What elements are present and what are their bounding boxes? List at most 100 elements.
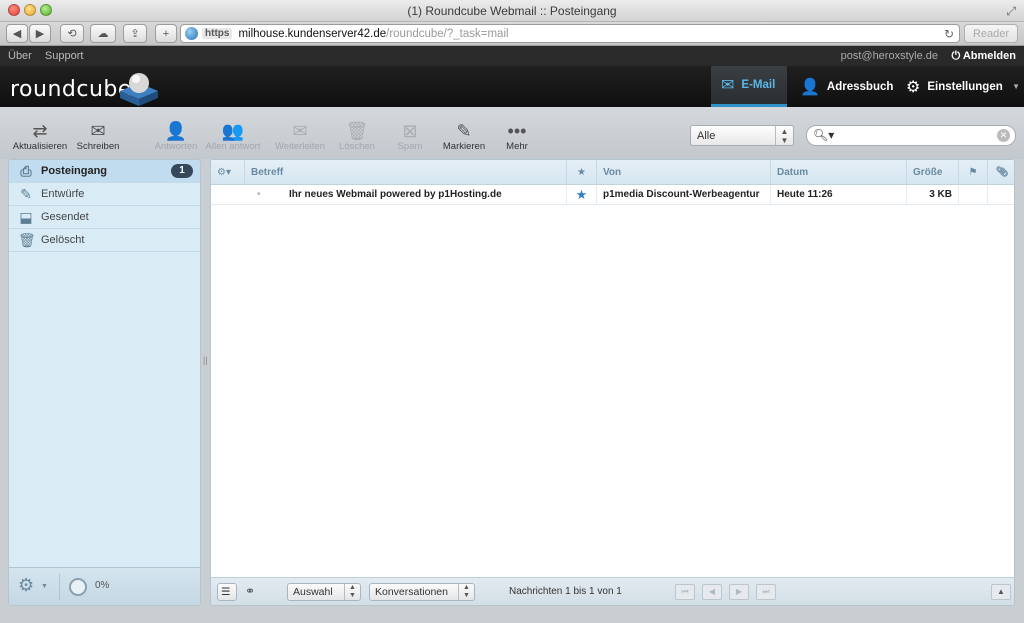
person-icon: 👤 [800, 78, 820, 96]
flag-icon: ⚑ [968, 167, 978, 178]
folder-trash[interactable]: 🗑 Gelöscht [9, 229, 200, 252]
back-arrow-icon: ◀ [12, 28, 22, 40]
message-subject-text: Ihr neues Webmail powered by p1Hosting.d… [289, 189, 502, 200]
nav-settings-tab[interactable]: ⚙ Einstellungen [896, 66, 1008, 107]
marker-pen-icon: ✎ [456, 121, 472, 141]
column-status-flag[interactable]: ⚑ [959, 160, 988, 185]
spam-icon: ⊠ [402, 121, 418, 141]
column-size[interactable]: Größe [907, 160, 959, 185]
column-subject[interactable]: Betreff [245, 160, 567, 185]
forward-mail-button[interactable]: ✉ Weiterleiten [270, 121, 330, 152]
window-title: (1) Roundcube Webmail :: Posteingang [407, 4, 617, 18]
next-page-button[interactable]: ▶ [729, 584, 749, 600]
more-dots-icon: ••• [507, 121, 527, 141]
clear-search-icon[interactable]: ✕ [997, 129, 1010, 142]
column-from[interactable]: Von [597, 160, 771, 185]
refresh-button[interactable]: ⇄ Aktualisieren [10, 121, 70, 152]
app-header: roundcube ✉ E-Mail 👤 Adressbuch ⚙ Einste… [0, 66, 1024, 107]
filter-select[interactable]: Alle ▲ ▼ [690, 125, 794, 146]
share-button[interactable]: ⇪ [123, 24, 147, 43]
support-link[interactable]: Support [45, 50, 84, 62]
roundcube-cube-icon [120, 73, 158, 106]
address-bar[interactable]: https milhouse.kundenserver42.de /roundc… [180, 24, 960, 43]
forward-button[interactable]: ▶ [29, 24, 51, 43]
last-page-button[interactable]: ⏭ [756, 584, 776, 600]
history-button[interactable]: ⟲ [60, 24, 84, 43]
reader-button[interactable]: Reader [964, 24, 1018, 43]
column-attachment[interactable]: 📎︎ [988, 160, 1014, 185]
nav-addressbook-tab[interactable]: 👤 Adressbuch [790, 66, 894, 107]
folder-inbox[interactable]: ⎙ Posteingang 1 [9, 160, 200, 183]
table-row[interactable]: • Ihr neues Webmail powered by p1Hosting… [211, 185, 1014, 205]
threads-dropdown[interactable]: Konversationen ▲ ▼ [369, 583, 475, 601]
select-arrows-icon: ▲ ▼ [775, 126, 793, 145]
reload-icon[interactable]: ↻ [944, 27, 954, 41]
quota-pie-icon [69, 578, 87, 596]
reply-label: Antworten [154, 141, 198, 152]
compose-button[interactable]: ✉ Schreiben [68, 121, 128, 152]
toggle-preview-button[interactable]: ☰ [217, 583, 237, 601]
footer-divider [59, 574, 60, 600]
share-icon: ⇪ [130, 28, 140, 40]
pane-splitter-handle[interactable]: || [203, 355, 208, 371]
url-host: milhouse.kundenserver42.de [238, 27, 387, 40]
quota-text: 0% [95, 580, 110, 591]
folder-label: Gelöscht [41, 234, 85, 246]
logout-button[interactable]: ⏻ Abmelden [951, 50, 1016, 63]
folder-sent[interactable]: ⬓ Gesendet [9, 206, 200, 229]
history-icon: ⟲ [67, 28, 77, 40]
roundcube-logo[interactable]: roundcube [10, 77, 132, 102]
delete-button[interactable]: 🗑 Löschen [327, 121, 387, 152]
forward-envelope-icon: ✉ [292, 121, 308, 141]
previous-page-icon: ◀ [708, 587, 716, 596]
https-badge: https [202, 28, 233, 39]
trash-icon: 🗑 [345, 121, 369, 141]
message-from: p1media Discount-Werbeagentur [597, 185, 771, 205]
message-list-header: ⚙▾ Betreff ★ Von Datum Größe ⚑ 📎︎ [211, 160, 1014, 185]
previous-page-button[interactable]: ◀ [702, 584, 722, 600]
url-path: /roundcube/?_task=mail [386, 27, 509, 40]
column-flag[interactable]: ★ [567, 160, 597, 185]
chevron-down-icon[interactable]: ▼ [41, 583, 48, 590]
search-box[interactable]: 🔍︎▾ ✕ [806, 125, 1016, 146]
select-label: Auswahl [293, 586, 333, 598]
filter-value: Alle [697, 130, 716, 142]
nav-settings-label: Einstellungen [927, 80, 1003, 93]
site-globe-icon [185, 27, 198, 40]
message-subject[interactable]: • Ihr neues Webmail powered by p1Hosting… [245, 185, 567, 205]
list-options-button[interactable]: ⚙▾ [211, 160, 245, 185]
back-button[interactable]: ◀ [6, 24, 28, 43]
folder-label: Gesendet [41, 211, 89, 223]
threads-label: Konversationen [375, 586, 448, 598]
first-page-button[interactable]: ⏮ [675, 584, 695, 600]
mark-button[interactable]: ✎ Markieren [434, 121, 494, 152]
spam-button[interactable]: ⊠ Spam [380, 121, 440, 152]
power-icon: ⏻ [951, 50, 961, 62]
forward-arrow-icon: ▶ [35, 28, 45, 40]
column-date[interactable]: Datum [771, 160, 907, 185]
inbox-icon: ⎙ [20, 163, 32, 179]
gear-icon: ⚙ [906, 78, 921, 96]
more-button[interactable]: ••• Mehr [487, 121, 547, 152]
folder-drafts[interactable]: ✎ Entwürfe [9, 183, 200, 206]
flagged-star-icon[interactable]: ★ [567, 185, 597, 205]
select-dropdown[interactable]: Auswahl ▲ ▼ [287, 583, 361, 601]
thread-dot-icon: • [257, 189, 261, 200]
reply-button[interactable]: 👤 Antworten [146, 121, 206, 152]
search-input[interactable] [835, 128, 995, 143]
reply-all-button[interactable]: 👥 Allen antwort [203, 121, 263, 152]
nav-mail-tab[interactable]: ✉ E-Mail [711, 66, 787, 107]
chevron-down-icon[interactable]: ▼ [1012, 82, 1020, 91]
message-status-cell[interactable] [959, 185, 988, 205]
select-arrows-icon: ▲ ▼ [458, 584, 474, 600]
window-titlebar: (1) Roundcube Webmail :: Posteingang ⤢ [0, 0, 1024, 22]
fullscreen-icon[interactable]: ⤢ [1006, 4, 1016, 19]
new-tab-button[interactable]: + [155, 24, 177, 43]
about-link[interactable]: Über [8, 50, 32, 62]
toggle-list-button[interactable]: ▲ [991, 584, 1011, 600]
icloud-button[interactable]: ☁ [90, 24, 116, 43]
folder-label: Entwürfe [41, 188, 85, 200]
threads-toggle-icon[interactable]: ⚭ [245, 584, 255, 598]
search-icon[interactable]: 🔍︎▾ [813, 128, 834, 142]
folder-options-gear-icon[interactable]: ⚙ [18, 575, 34, 596]
